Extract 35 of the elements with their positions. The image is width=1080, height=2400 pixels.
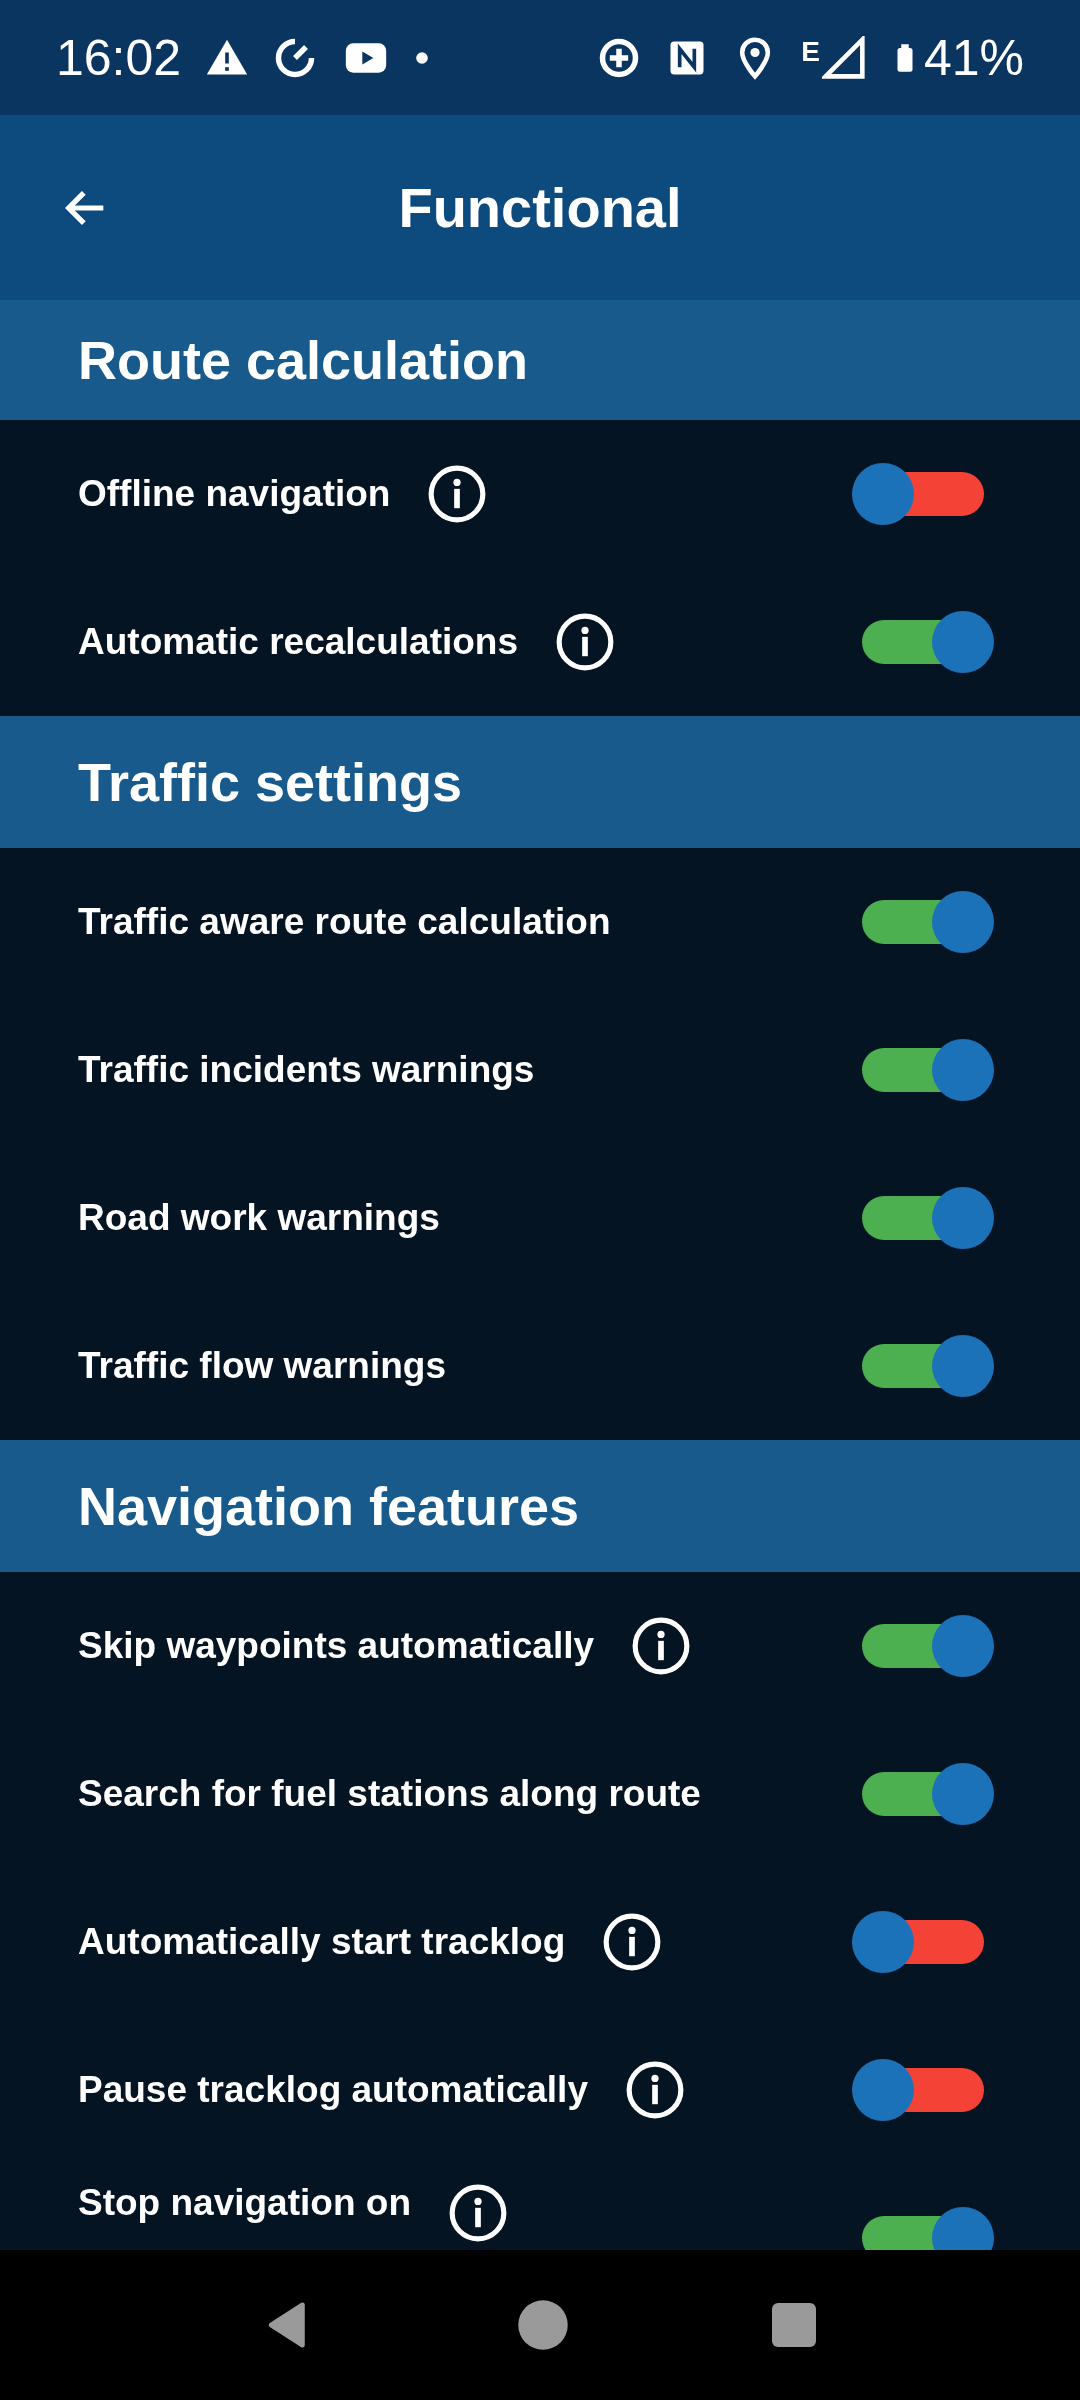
battery-percent: 41%	[923, 28, 1024, 87]
info-button[interactable]	[447, 2182, 509, 2244]
setting-label: Skip waypoints automatically	[78, 1625, 595, 1667]
section-title: Traffic settings	[78, 751, 463, 813]
setting-label: Automatic recalculations	[78, 621, 518, 663]
section-title: Navigation features	[78, 1475, 580, 1537]
info-button[interactable]	[624, 2059, 686, 2121]
network-type: E	[801, 35, 820, 68]
toggle-switch[interactable]	[862, 1039, 994, 1101]
status-time: 16:02	[56, 28, 182, 87]
screen-title: Functional	[397, 175, 683, 240]
toggle-switch[interactable]	[862, 1763, 994, 1825]
toggle-switch[interactable]	[852, 2059, 984, 2121]
toggle-switch[interactable]	[862, 611, 994, 673]
setting-label: Pause tracklog automatically	[78, 2069, 588, 2111]
setting-label: Search for fuel stations along route	[78, 1773, 701, 1815]
setting-label: Automatically start tracklog	[78, 1921, 566, 1963]
info-button[interactable]	[554, 611, 616, 673]
toggle-switch[interactable]	[852, 463, 984, 525]
setting-label: Traffic incidents warnings	[78, 1049, 535, 1091]
setting-label: Road work warnings	[78, 1197, 440, 1239]
setting-label: Stop navigation on	[78, 2182, 411, 2224]
home-nav-icon	[516, 2298, 570, 2352]
setting-label: Traffic aware route calculation	[78, 901, 611, 943]
setting-label: Traffic flow warnings	[78, 1345, 446, 1387]
toggle-switch[interactable]	[862, 1187, 994, 1249]
toggle-switch[interactable]	[862, 891, 994, 953]
toggle-switch[interactable]	[862, 1335, 994, 1397]
section-title: Route calculation	[78, 329, 529, 391]
toggle-switch[interactable]	[852, 1911, 984, 1973]
setting-label: Offline navigation	[78, 473, 391, 515]
signal-icon	[821, 35, 866, 80]
dot-icon	[415, 50, 430, 65]
recents-nav-icon	[770, 2301, 818, 2349]
toggle-switch[interactable]	[862, 1615, 994, 1677]
